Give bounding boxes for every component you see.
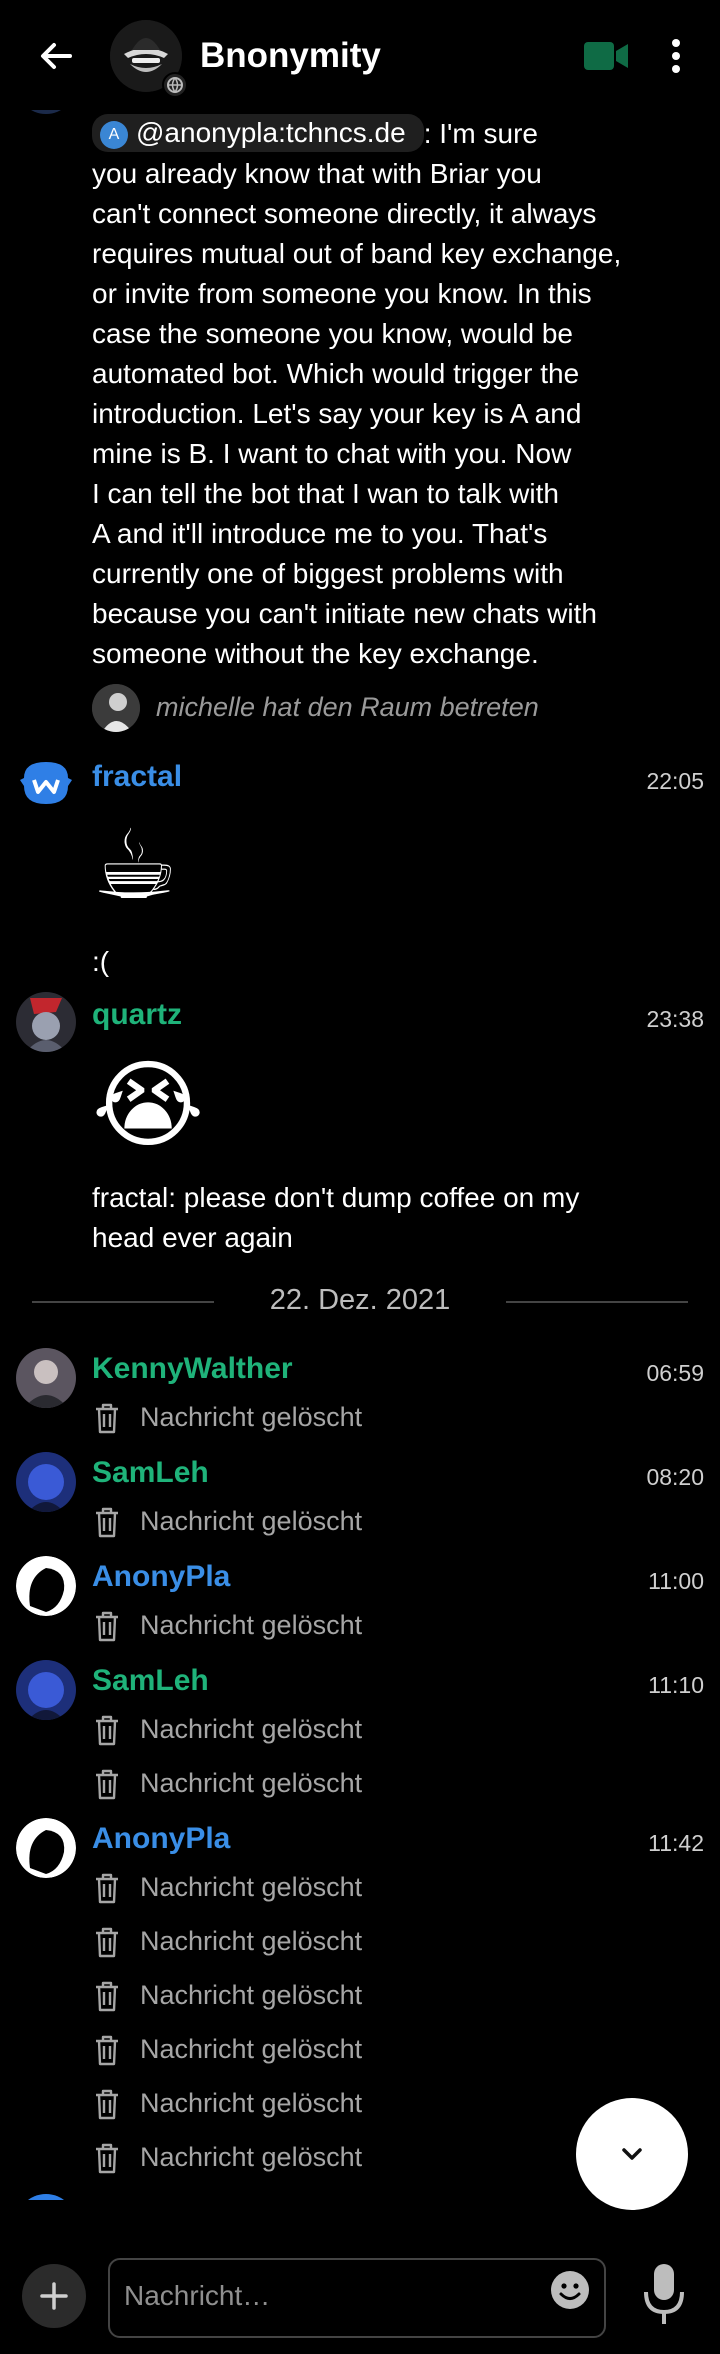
message-timestamp: 22:05 [646, 768, 704, 794]
sender-name[interactable]: AnonyPla [92, 1822, 230, 1856]
message-line: you already know that with Briar you [92, 158, 542, 189]
deleted-message-label: Nachricht gelöscht [140, 1610, 363, 1640]
message-timestamp: 23:38 [646, 1006, 704, 1032]
deleted-message-label: Nachricht gelöscht [140, 1980, 363, 2010]
message-timeline[interactable]: A @anonypla:tchncs.de : I'm sure you alrea… [0, 110, 720, 2200]
sender-name[interactable]: fractal [92, 760, 182, 794]
trash-icon [96, 1873, 118, 1904]
trash-icon [96, 1927, 118, 1958]
message-line: currently one of biggest problems with [92, 558, 564, 589]
trash-icon [96, 1507, 118, 1538]
deleted-message-label: Nachricht gelöscht [140, 1872, 363, 1902]
avatar[interactable] [16, 1660, 76, 1720]
message-line: or invite from someone you know. In this [92, 278, 592, 309]
avatar[interactable] [16, 1556, 76, 1616]
plus-icon [40, 2282, 68, 2310]
message-line: can't connect someone directly, it alway… [92, 198, 597, 229]
deleted-message-label: Nachricht gelöscht [140, 1402, 363, 1432]
crying-face-emoji: 😭 [92, 1049, 205, 1161]
top-app-bar: Bnonymity [0, 0, 720, 110]
message-composer: Nachricht… [0, 2230, 720, 2354]
video-camera-icon [584, 42, 628, 70]
deleted-message-label: Nachricht gelöscht [140, 1768, 363, 1798]
trash-icon [96, 1715, 118, 1746]
avatar[interactable] [16, 1452, 76, 1512]
user-mention-pill[interactable]: A @anonypla:tchncs.de [92, 114, 424, 152]
more-options-button[interactable] [662, 34, 690, 78]
coffee-emoji: ☕ [92, 809, 179, 921]
message-line: mine is B. I want to chat with you. Now [92, 438, 572, 469]
message-line: I can tell the bot that I wan to talk wi… [92, 478, 559, 509]
deleted-message-label: Nachricht gelöscht [140, 2088, 363, 2118]
message-timestamp: 11:10 [648, 1672, 704, 1698]
trash-icon [96, 1981, 118, 2012]
membership-event: michelle hat den Raum betreten [92, 684, 612, 732]
emoji-button[interactable] [550, 2270, 590, 2310]
message-timestamp: 11:42 [648, 1830, 704, 1856]
add-attachment-button[interactable] [22, 2264, 86, 2328]
avatar [16, 2194, 76, 2200]
message-line: introduction. Let's say your key is A an… [92, 398, 582, 429]
deleted-message-label: Nachricht gelöscht [140, 1926, 363, 1956]
message-line: requires mutual out of band key exchange… [92, 238, 622, 269]
more-vertical-icon [672, 39, 680, 73]
trash-icon [96, 1769, 118, 1800]
trash-icon [96, 2143, 118, 2174]
sender-name[interactable]: SamLeh [92, 1456, 209, 1490]
microphone-icon [644, 2264, 684, 2324]
sender-name[interactable]: SamLeh [92, 1664, 209, 1698]
avatar [16, 110, 76, 114]
message-line: because you can't initiate new chats wit… [92, 598, 597, 629]
avatar[interactable] [16, 1348, 76, 1408]
message-input[interactable]: Nachricht… [108, 2258, 606, 2338]
globe-icon [162, 72, 188, 98]
message-timestamp: 06:59 [646, 1360, 704, 1386]
sender-name[interactable]: AnonyPla [92, 1560, 230, 1594]
message-body: fractal: please don't dump coffee on my … [92, 1178, 632, 1258]
deleted-message-label: Nachricht gelöscht [140, 1714, 363, 1744]
room-title[interactable]: Bnonymity [200, 36, 381, 76]
trash-icon [96, 2035, 118, 2066]
message-timestamp: 11:00 [648, 1568, 704, 1594]
divider-line [506, 1301, 688, 1303]
message-line: head ever again [92, 1222, 293, 1253]
avatar[interactable] [16, 752, 76, 812]
sender-name[interactable]: KennyWalther [92, 1352, 293, 1386]
trash-icon [96, 1403, 118, 1434]
deleted-message-label: Nachricht gelöscht [140, 1506, 363, 1536]
message-input-placeholder: Nachricht… [124, 2280, 271, 2311]
avatar[interactable] [16, 992, 76, 1052]
voice-message-button[interactable] [638, 2260, 690, 2330]
message-line: automated bot. Which would trigger the [92, 358, 580, 389]
mention-text: @anonypla:tchncs.de [136, 117, 406, 148]
back-button[interactable] [34, 34, 78, 78]
deleted-message-label: Nachricht gelöscht [140, 2034, 363, 2064]
message-line: : I'm sure [423, 118, 538, 149]
avatar[interactable] [16, 1818, 76, 1878]
avatar [92, 684, 140, 732]
message-line: case the someone you know, would be [92, 318, 573, 349]
mention-avatar: A [100, 120, 128, 149]
message-body: :( [92, 946, 110, 977]
deleted-message-label: Nachricht gelöscht [140, 2142, 363, 2172]
message-line: A and it'll introduce me to you. That's [92, 518, 548, 549]
message-line: someone without the key exchange. [92, 638, 539, 669]
scroll-to-bottom-button[interactable] [576, 2098, 688, 2210]
message-line: fractal: please don't dump coffee on my [92, 1182, 580, 1213]
video-call-button[interactable] [582, 40, 630, 72]
arrow-left-icon [41, 43, 72, 69]
emoji-icon [551, 2271, 589, 2309]
chevron-down-icon [622, 2148, 642, 2160]
membership-event-text: michelle hat den Raum betreten [156, 692, 539, 722]
message-timestamp: 08:20 [646, 1464, 704, 1490]
sender-name[interactable]: quartz [92, 998, 182, 1032]
message-body: A @anonypla:tchncs.de : I'm sure you alrea… [92, 114, 652, 674]
date-divider: 22. Dez. 2021 [32, 1282, 688, 1322]
trash-icon [96, 1611, 118, 1642]
trash-icon [96, 2089, 118, 2120]
